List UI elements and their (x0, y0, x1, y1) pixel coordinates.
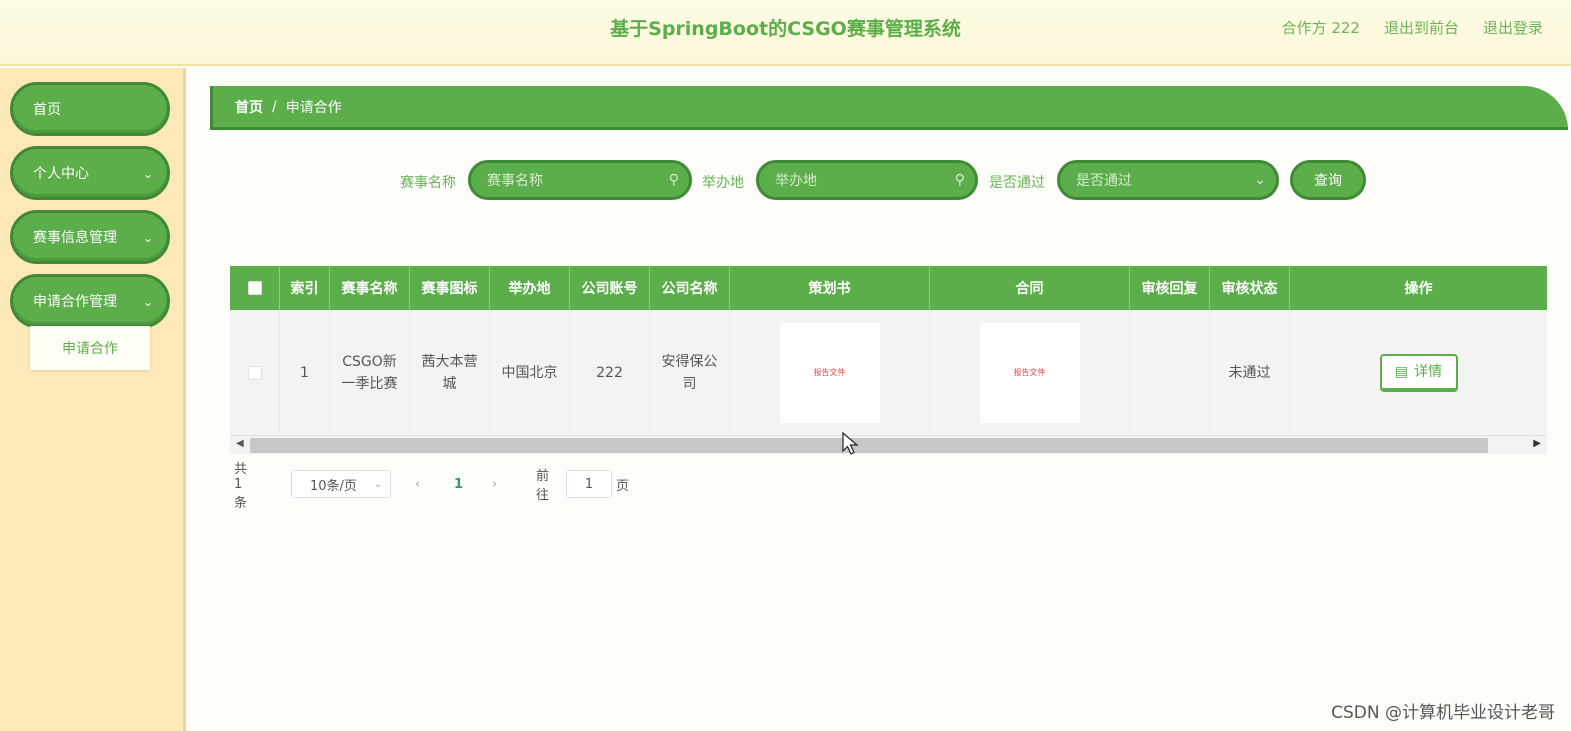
next-page-icon[interactable]: › (492, 470, 497, 498)
chevron-down-icon: ⌄ (142, 295, 153, 309)
goto-label: 前往 (536, 469, 550, 503)
search-icon: ⚲ (668, 172, 679, 188)
event-name-cell: CSGO新一季比赛 (330, 310, 410, 436)
sidebar-item-cooperation-management[interactable]: 申请合作管理 ⌄ (10, 274, 170, 328)
event-name-label: 赛事名称 (400, 175, 456, 191)
scroll-right-arrow-icon[interactable]: ▶ (1533, 438, 1541, 449)
table-header: 索引 赛事名称 赛事图标 举办地 公司账号 公司名称 策划书 合同 审核回复 审… (230, 266, 1547, 310)
column-header: 策划书 (730, 266, 930, 310)
query-button[interactable]: 查询 (1290, 160, 1366, 200)
current-user-label[interactable]: 合作方 222 (1282, 17, 1360, 38)
scrollbar-thumb[interactable] (250, 438, 1488, 453)
venue-cell: 中国北京 (490, 310, 570, 436)
column-header: 索引 (280, 266, 330, 310)
review-reply-cell (1130, 310, 1210, 436)
column-header: 公司名称 (650, 266, 730, 310)
review-status-cell: 未通过 (1210, 310, 1290, 436)
approved-placeholder: 是否通过 (1076, 173, 1132, 189)
horizontal-scrollbar[interactable]: ◀ ▶ (230, 436, 1547, 454)
watermark: CSDN @计算机毕业设计老哥 (1331, 703, 1555, 723)
plan-cell: 报告文件 (730, 310, 930, 436)
column-header: 赛事图标 (410, 266, 490, 310)
sidebar-item-personal-center[interactable]: 个人中心 ⌄ (10, 146, 170, 200)
event-name-placeholder: 赛事名称 (487, 173, 543, 189)
select-all-cell (230, 266, 280, 310)
submenu-item-apply-cooperation[interactable]: 申请合作 (30, 326, 150, 370)
contract-cell: 报告文件 (930, 310, 1130, 436)
column-header: 赛事名称 (330, 266, 410, 310)
approved-label: 是否通过 (989, 175, 1045, 191)
sidebar-item-label: 个人中心 (33, 166, 89, 182)
row-select-cell (230, 310, 280, 436)
column-header: 举办地 (490, 266, 570, 310)
breadcrumb-home[interactable]: 首页 (235, 97, 263, 117)
column-header: 操作 (1404, 281, 1433, 297)
row-checkbox[interactable] (247, 366, 262, 380)
detail-button-label: 详情 (1414, 364, 1443, 380)
total-count: 共 1 条 (234, 461, 248, 511)
column-header: 审核回复 (1130, 266, 1210, 310)
column-header: 公司账号 (570, 266, 650, 310)
logout-link[interactable]: 退出登录 (1483, 17, 1543, 38)
company-name-cell: 安得保公司 (650, 310, 730, 436)
mouse-cursor-icon (842, 432, 859, 455)
approved-select[interactable]: 是否通过 ⌄ (1057, 160, 1279, 200)
column-header: 合同 (930, 266, 1130, 310)
breadcrumb-separator: / (272, 98, 277, 115)
breadcrumb: 首页 / 申请合作 (210, 86, 1568, 130)
chevron-down-icon: ⌄ (142, 231, 153, 245)
plan-thumbnail[interactable]: 报告文件 (779, 323, 880, 423)
sidebar-item-label: 申请合作管理 (33, 294, 117, 310)
sidebar-item-home[interactable]: 首页 (10, 82, 170, 136)
breadcrumb-current: 申请合作 (285, 99, 342, 116)
exit-to-front-link[interactable]: 退出到前台 (1384, 17, 1459, 38)
venue-input[interactable]: 举办地 ⚲ (756, 160, 978, 200)
current-page-number[interactable]: 1 (454, 470, 463, 498)
chevron-down-icon: ⌄ (142, 167, 153, 181)
goto-page-input[interactable]: 1 (566, 470, 612, 498)
search-icon: ⚲ (954, 172, 965, 188)
company-account-cell: 222 (570, 310, 650, 436)
chevron-down-icon: ⌄ (1254, 172, 1266, 188)
chevron-down-icon: ⌄ (373, 478, 382, 490)
select-all-checkbox[interactable] (247, 281, 262, 295)
sidebar-item-label: 赛事信息管理 (33, 230, 117, 246)
prev-page-icon[interactable]: ‹ (415, 470, 420, 498)
event-icon-cell: 茜大本营城 (410, 310, 490, 436)
top-header: 基于SpringBoot的CSGO赛事管理系统 合作方 222 退出到前台 退出… (0, 0, 1571, 66)
venue-label: 举办地 (702, 175, 744, 191)
sidebar: 首页 个人中心 ⌄ 赛事信息管理 ⌄ 申请合作管理 ⌄ 申请合作 (0, 68, 186, 731)
sidebar-item-event-management[interactable]: 赛事信息管理 ⌄ (10, 210, 170, 264)
page-suffix: 页 (616, 478, 630, 494)
page-size-value: 10条/页 (310, 478, 357, 494)
event-name-input[interactable]: 赛事名称 ⚲ (468, 160, 692, 200)
index-cell: 1 (280, 310, 330, 436)
page-size-select[interactable]: 10条/页 ⌄ (291, 470, 391, 498)
table-row: 1 CSGO新一季比赛 茜大本营城 中国北京 222 安得保公司 报告文件 报告… (230, 310, 1547, 436)
scroll-left-arrow-icon[interactable]: ◀ (236, 438, 244, 449)
document-icon: ▤ (1394, 364, 1409, 380)
sidebar-item-label: 首页 (33, 102, 61, 118)
venue-placeholder: 举办地 (775, 173, 817, 189)
header-links: 合作方 222 退出到前台 退出登录 (1282, 17, 1543, 38)
contract-thumbnail[interactable]: 报告文件 (979, 323, 1080, 423)
action-cell: ▤ 详情 (1290, 310, 1547, 436)
column-header: 审核状态 (1210, 266, 1290, 310)
detail-button[interactable]: ▤ 详情 (1379, 354, 1458, 392)
